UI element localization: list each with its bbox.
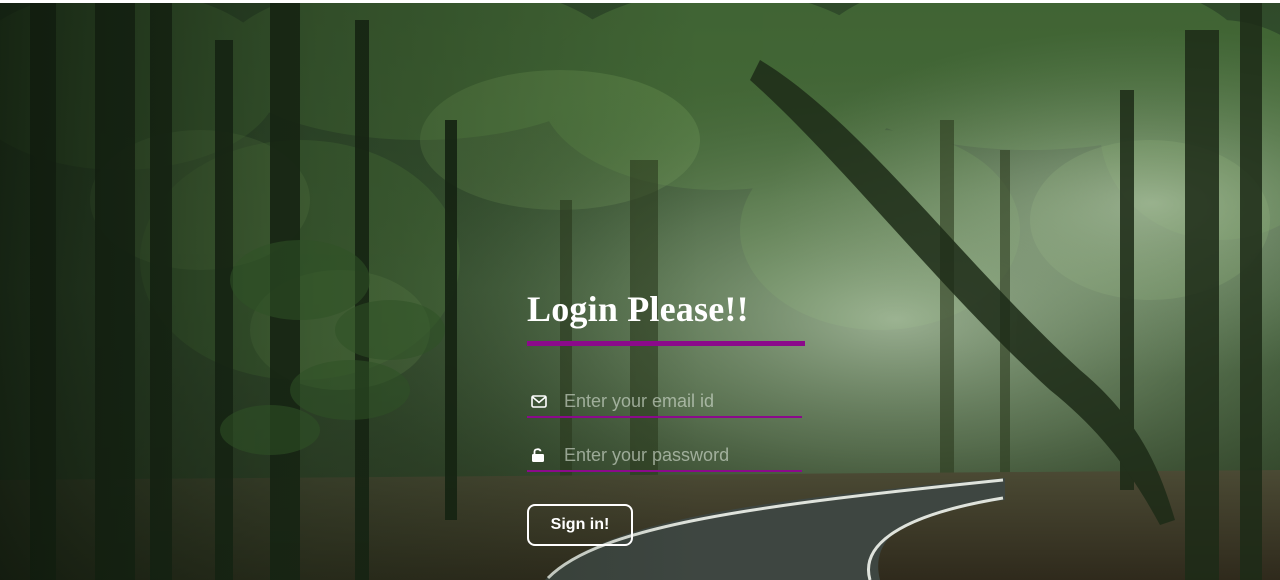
login-title: Login Please!! [527, 289, 749, 329]
sign-in-button[interactable]: Sign in! [527, 504, 633, 546]
password-input[interactable] [555, 441, 802, 469]
top-border [0, 0, 1280, 3]
email-input[interactable] [555, 387, 802, 415]
envelope-icon [527, 386, 555, 416]
title-underline [527, 341, 805, 346]
unlock-icon [527, 440, 555, 470]
login-form: Login Please!! Sign in! [527, 285, 805, 546]
login-page: Login Please!! Sign in! [0, 0, 1280, 580]
password-field [527, 440, 802, 472]
email-field [527, 386, 802, 418]
